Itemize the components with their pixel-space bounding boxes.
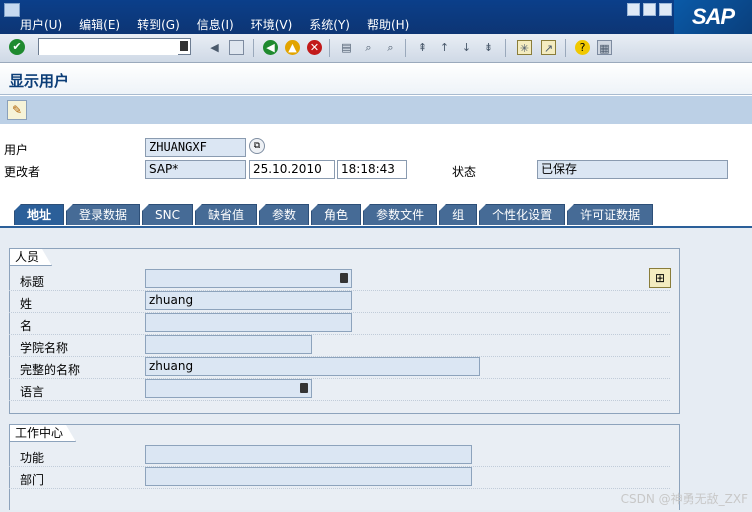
tab-profiles[interactable]: 参数文件: [363, 204, 438, 225]
close-icon[interactable]: [659, 3, 672, 16]
tab-personalization[interactable]: 个性化设置: [479, 204, 566, 225]
academic-title-field[interactable]: [145, 335, 312, 354]
additional-fields-icon[interactable]: ⊞: [649, 268, 671, 288]
status-field: 已保存: [537, 160, 728, 179]
change-display-icon[interactable]: ✎: [7, 100, 27, 120]
changed-date-field: 25.10.2010: [249, 160, 335, 179]
help-icon[interactable]: ?: [575, 40, 590, 55]
command-input[interactable]: [39, 39, 178, 55]
changed-by-label: 更改者: [4, 165, 41, 179]
workcenter-group-title: 工作中心: [10, 425, 76, 442]
tab-address[interactable]: 地址: [14, 204, 65, 225]
toolbar-separator: [405, 39, 406, 57]
full-name-label: 完整的名称: [20, 363, 81, 377]
form-row: [9, 335, 670, 357]
first-page-icon[interactable]: ⇞: [415, 40, 430, 55]
exit-icon[interactable]: ▲: [285, 40, 300, 55]
toolbar-separator: [565, 39, 566, 57]
changed-by-field: SAP*: [145, 160, 246, 179]
cancel-icon[interactable]: ✕: [307, 40, 322, 55]
next-page-icon[interactable]: ↓: [459, 40, 474, 55]
toolbar-separator: [329, 39, 330, 57]
system-menu-icon[interactable]: [4, 3, 20, 17]
title-field[interactable]: [145, 269, 352, 288]
language-label: 语言: [20, 385, 45, 399]
application-toolbar: ✎: [0, 96, 752, 124]
tab-license-data[interactable]: 许可证数据: [567, 204, 654, 225]
dropdown-icon[interactable]: [340, 273, 348, 283]
department-label: 部门: [20, 473, 45, 487]
user-label: 用户: [4, 143, 29, 157]
menu-environment[interactable]: 环境(V): [251, 16, 293, 33]
menu-items: 用户(U) 编辑(E) 转到(G) 信息(I) 环境(V) 系统(Y) 帮助(H…: [20, 16, 426, 33]
tab-parameters[interactable]: 参数: [259, 204, 310, 225]
department-field[interactable]: [145, 467, 472, 486]
academic-title-label: 学院名称: [20, 341, 69, 355]
function-field[interactable]: [145, 445, 472, 464]
title-bar: 显示用户: [0, 63, 752, 95]
menu-bar: 用户(U) 编辑(E) 转到(G) 信息(I) 环境(V) 系统(Y) 帮助(H…: [0, 0, 752, 34]
first-name-label: 名: [20, 319, 33, 333]
standard-toolbar: ✔ ◀ ◀ ▲ ✕ ▤ ⌕ ⌕ ⇞ ↑ ↓ ⇟ ✳ ↗ ? ▦: [0, 34, 752, 63]
last-page-icon[interactable]: ⇟: [481, 40, 496, 55]
person-group-title: 人员: [10, 249, 52, 266]
back-arrow-icon[interactable]: ◀: [207, 40, 222, 55]
tab-strip: 地址 登录数据 SNC 缺省值 参数 角色 参数文件 组 个性化设置 许可证数据: [14, 204, 655, 226]
user-select-icon[interactable]: ⧉: [249, 138, 265, 154]
command-history-icon[interactable]: [180, 41, 188, 51]
menu-edit[interactable]: 编辑(E): [79, 16, 120, 33]
customize-layout-icon[interactable]: ▦: [597, 40, 612, 55]
green-back-icon[interactable]: ◀: [263, 40, 278, 55]
menu-help[interactable]: 帮助(H): [367, 16, 409, 33]
full-name-field[interactable]: zhuang: [145, 357, 480, 376]
last-name-label: 姓: [20, 297, 33, 311]
function-label: 功能: [20, 451, 45, 465]
language-field[interactable]: [145, 379, 312, 398]
tab-snc[interactable]: SNC: [142, 204, 194, 225]
tab-groups[interactable]: 组: [439, 204, 478, 225]
new-session-icon[interactable]: ✳: [517, 40, 532, 55]
shortcut-icon[interactable]: ↗: [541, 40, 556, 55]
changed-time-field: 18:18:43: [337, 160, 407, 179]
user-field[interactable]: ZHUANGXF: [145, 138, 246, 157]
enter-icon[interactable]: ✔: [9, 39, 25, 55]
minimize-icon[interactable]: [627, 3, 640, 16]
menu-info[interactable]: 信息(I): [197, 16, 234, 33]
toolbar-separator: [505, 39, 506, 57]
tab-defaults[interactable]: 缺省值: [195, 204, 258, 225]
page-title: 显示用户: [9, 72, 70, 90]
dropdown-icon[interactable]: [300, 383, 308, 393]
toolbar-separator: [253, 39, 254, 57]
first-name-field[interactable]: [145, 313, 352, 332]
tab-roles[interactable]: 角色: [311, 204, 362, 225]
print-icon[interactable]: ▤: [339, 40, 354, 55]
status-label: 状态: [452, 165, 477, 179]
tab-logon-data[interactable]: 登录数据: [66, 204, 141, 225]
sap-logo: SAP: [674, 0, 752, 34]
prev-page-icon[interactable]: ↑: [437, 40, 452, 55]
title-label: 标题: [20, 275, 45, 289]
last-name-field[interactable]: zhuang: [145, 291, 352, 310]
find-icon[interactable]: ⌕: [361, 40, 376, 55]
menu-goto[interactable]: 转到(G): [137, 16, 180, 33]
maximize-icon[interactable]: [643, 3, 656, 16]
menu-user[interactable]: 用户(U): [20, 16, 62, 33]
find-next-icon[interactable]: ⌕: [383, 40, 398, 55]
command-field[interactable]: [38, 38, 191, 55]
form-row: [9, 379, 670, 401]
save-icon[interactable]: [229, 40, 244, 55]
watermark: CSDN @神勇无敌_ZXF: [620, 492, 748, 506]
menu-system[interactable]: 系统(Y): [309, 16, 350, 33]
